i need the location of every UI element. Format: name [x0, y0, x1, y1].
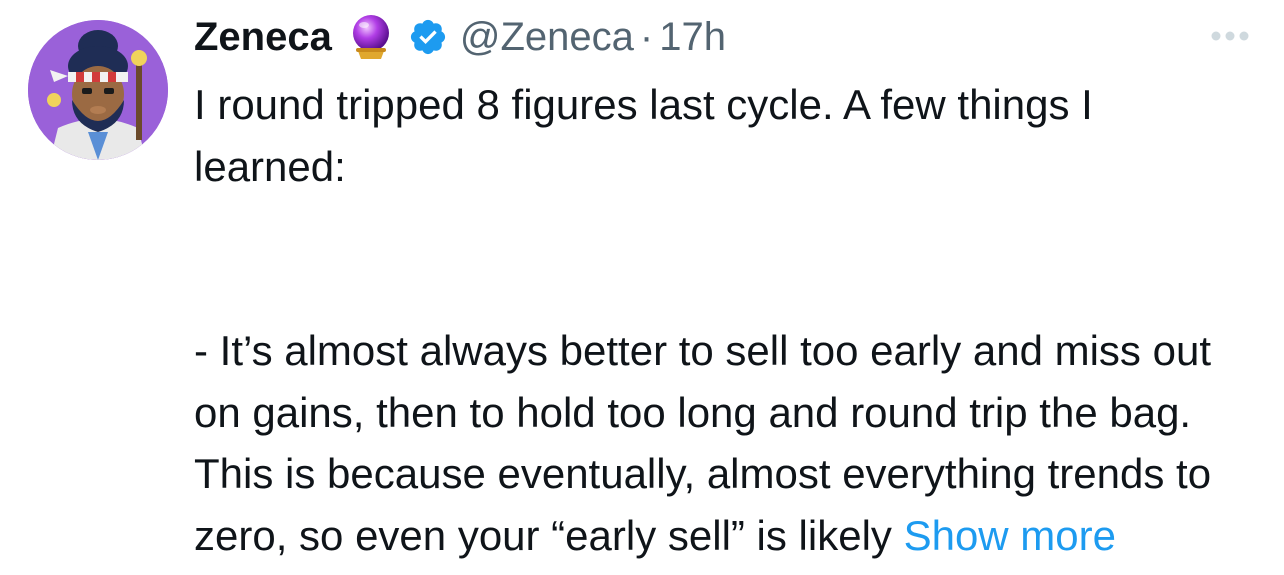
verified-badge-icon[interactable] — [408, 17, 448, 57]
tweet-text: I round tripped 8 figures last cycle. A … — [194, 74, 1254, 566]
tweet-header: Zeneca @Zeneca · 17h — [194, 12, 726, 62]
show-more-link[interactable]: Show more — [904, 512, 1116, 559]
display-name[interactable]: Zeneca — [194, 15, 332, 60]
handle[interactable]: @Zeneca — [460, 15, 634, 60]
tweet-paragraph-2: - It’s almost always better to sell too … — [194, 320, 1254, 566]
timestamp[interactable]: 17h — [659, 15, 726, 60]
avatar-illustration — [28, 20, 168, 160]
tweet-line-1: I round tripped 8 figures last cycle. A … — [194, 81, 1093, 190]
tweet[interactable]: Zeneca @Zeneca · 17h I round tripped 8 f… — [0, 0, 1284, 575]
avatar[interactable] — [28, 20, 168, 160]
separator-dot: · — [639, 14, 654, 59]
more-options-icon[interactable] — [1208, 24, 1252, 48]
crystal-ball-icon — [348, 13, 394, 61]
